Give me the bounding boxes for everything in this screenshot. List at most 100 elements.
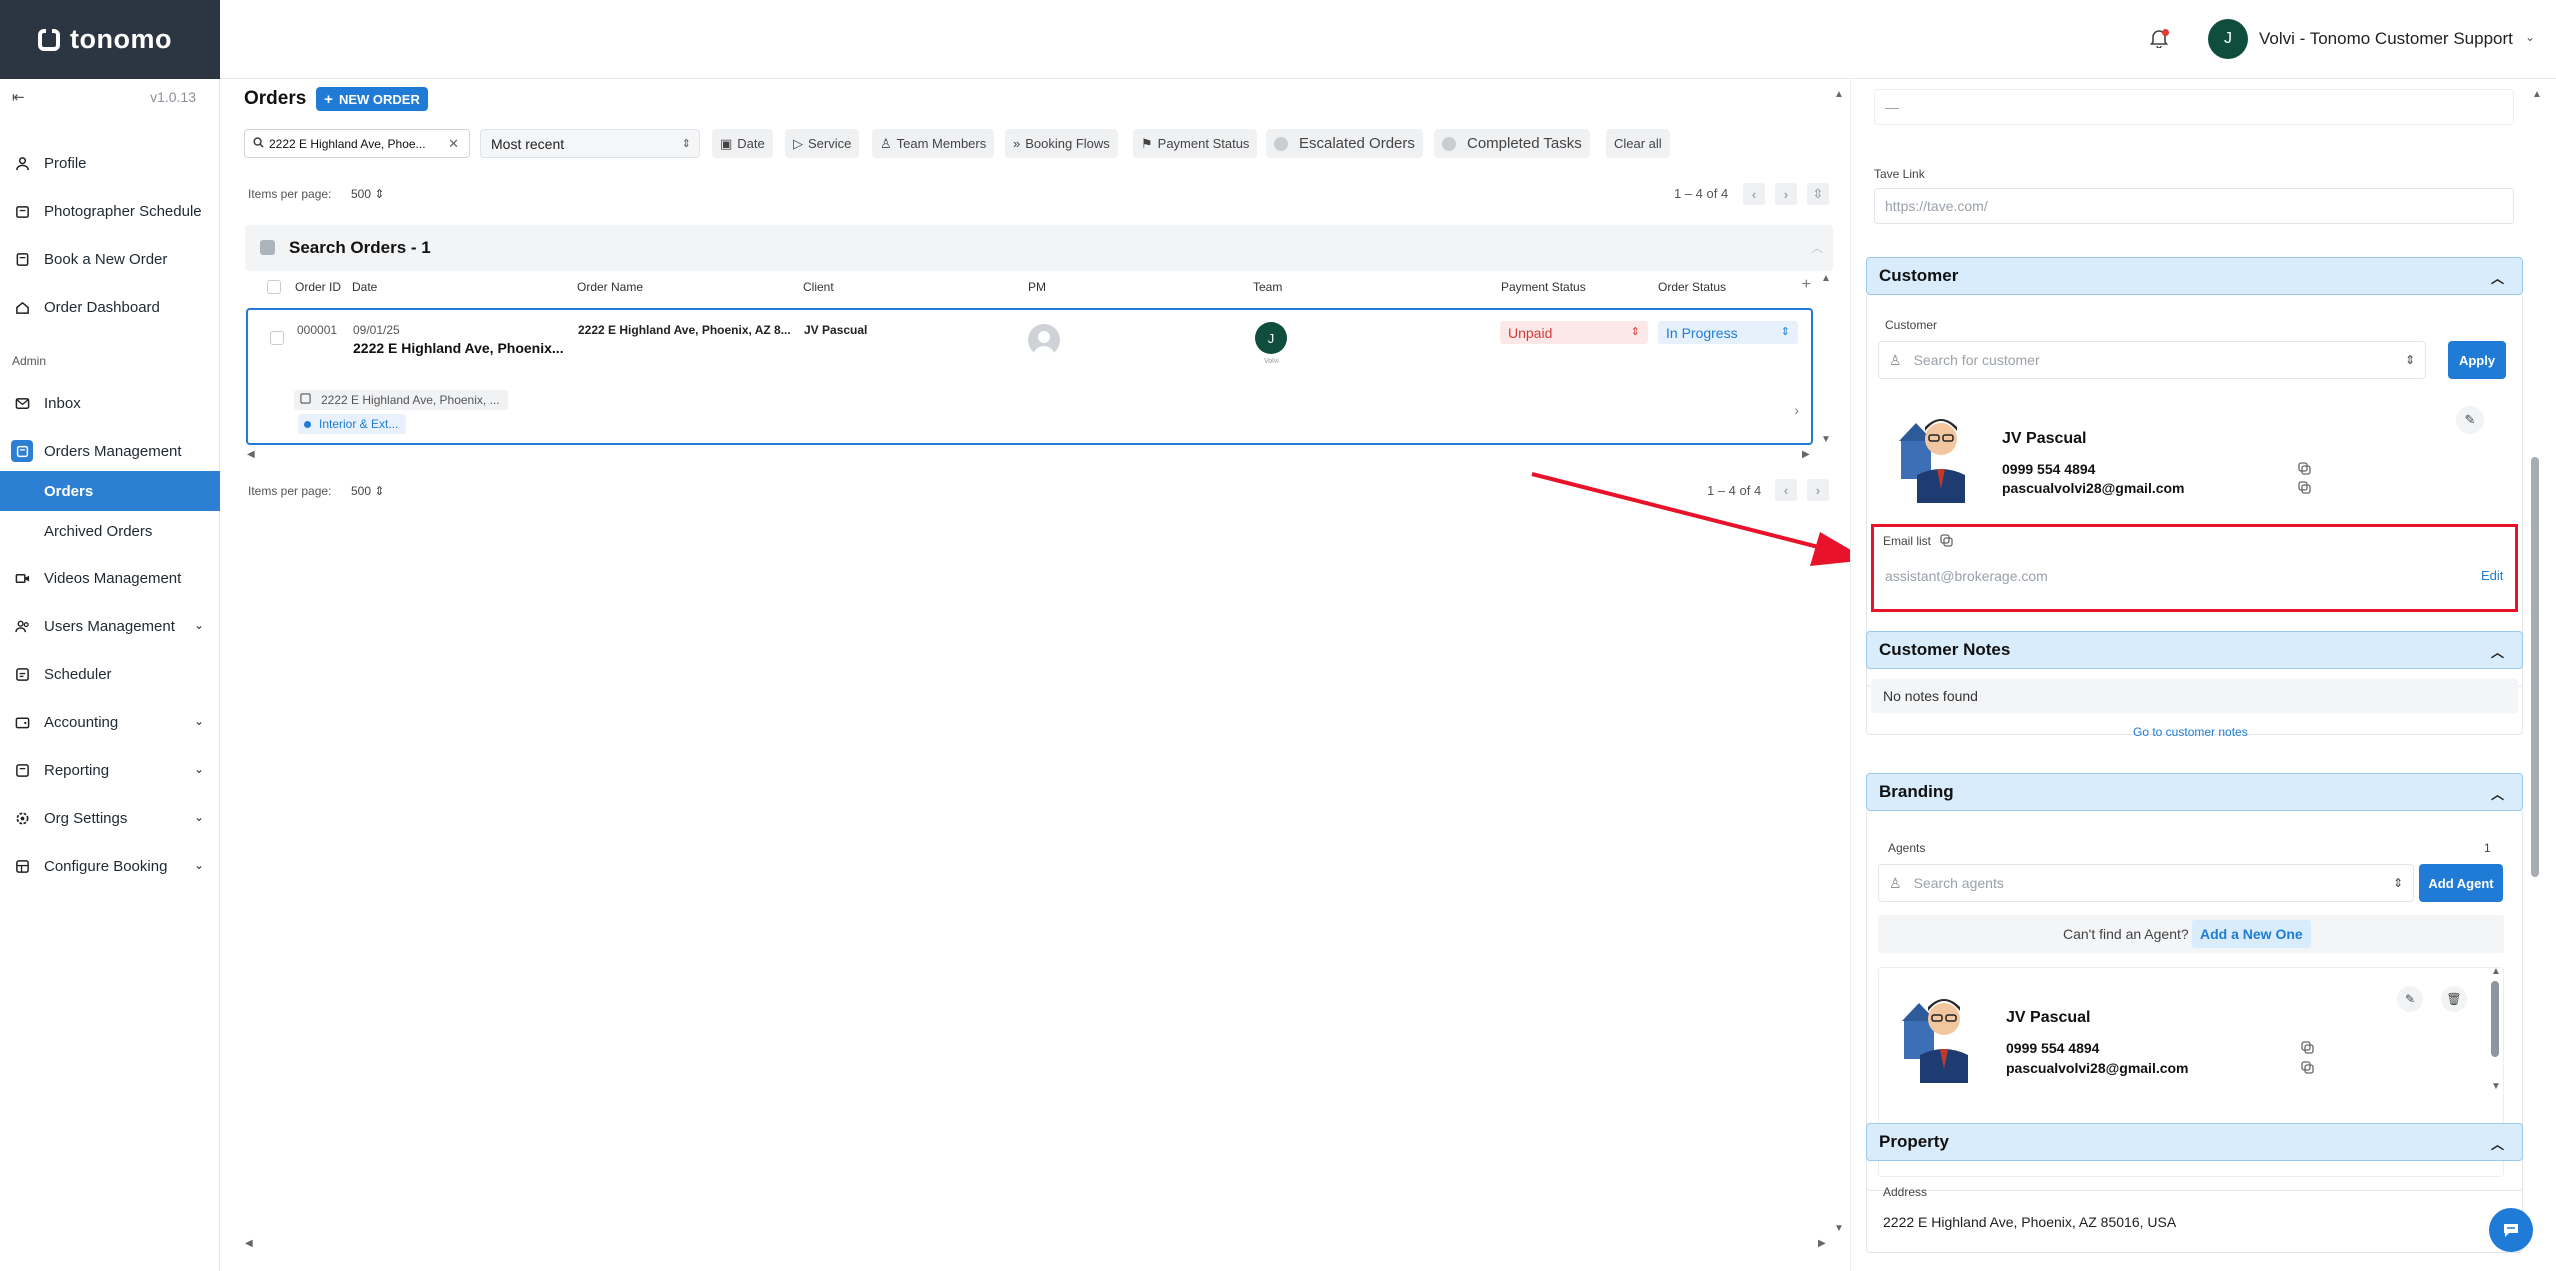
agent-scrollbar[interactable] <box>2491 981 2499 1057</box>
filter-team-members[interactable]: ♙ Team Members <box>872 129 995 158</box>
toggle-switch[interactable] <box>1442 136 1456 151</box>
copy-email-icon[interactable] <box>2298 481 2312 495</box>
panel-scrollbar[interactable] <box>2531 457 2539 877</box>
copy-phone-icon[interactable] <box>2298 462 2312 476</box>
chevron-down-icon[interactable]: ⌄ <box>2525 30 2535 44</box>
agent-scroll-up-arrow[interactable]: ▲ <box>2491 966 2501 977</box>
logo[interactable]: tonomo <box>0 0 220 79</box>
toggle-switch[interactable] <box>1274 136 1288 151</box>
chevron-up-icon[interactable]: ︿ <box>2491 268 2504 287</box>
column-order-status[interactable]: Order Status <box>1658 280 1726 294</box>
filter-date[interactable]: ▣ Date <box>712 129 773 158</box>
previous-field[interactable]: — <box>1874 89 2514 125</box>
group-header[interactable]: Search Orders - 1 ︿ <box>245 225 1833 271</box>
sidebar-item-users-management[interactable]: Users Management ⌄ <box>0 606 220 646</box>
chevron-right-icon[interactable]: › <box>1794 402 1799 418</box>
agent-scroll-down-arrow[interactable]: ▼ <box>2491 1081 2501 1092</box>
order-client[interactable]: JV Pascual <box>804 323 867 337</box>
sidebar-item-reporting[interactable]: Reporting ⌄ <box>0 750 220 790</box>
sidebar-item-accounting[interactable]: Accounting ⌄ <box>0 702 220 742</box>
copy-email-list-icon[interactable] <box>1940 534 1954 548</box>
clear-all-button[interactable]: Clear all <box>1606 129 1670 158</box>
clear-search-icon[interactable]: ✕ <box>448 136 459 152</box>
apply-button[interactable]: Apply <box>2448 341 2506 379</box>
page-scroll-down-arrow[interactable]: ▼ <box>1834 1223 1844 1234</box>
column-order-id[interactable]: Order ID <box>295 280 341 294</box>
group-checkbox[interactable] <box>260 240 275 255</box>
filter-booking-flows[interactable]: » Booking Flows <box>1005 129 1118 158</box>
scroll-up-arrow[interactable]: ▲ <box>1821 273 1831 284</box>
customer-section-header[interactable]: Customer ︿ <box>1866 257 2523 295</box>
user-name[interactable]: Volvi - Tonomo Customer Support <box>2259 29 2513 49</box>
column-team[interactable]: Team <box>1253 280 1282 294</box>
sidebar-item-order-dashboard[interactable]: Order Dashboard <box>0 287 220 327</box>
search-input[interactable]: 2222 E Highland Ave, Phoe... ✕ <box>244 129 470 158</box>
toggle-completed-tasks[interactable]: Completed Tasks <box>1434 129 1590 158</box>
chevron-up-icon[interactable]: ︿ <box>2491 784 2504 803</box>
add-new-agent-button[interactable]: Add a New One <box>2192 920 2311 948</box>
next-page-button[interactable]: › <box>1775 183 1797 205</box>
page-scroll-up-arrow[interactable]: ▲ <box>1834 89 1844 100</box>
items-per-page-select[interactable]: 500 ⇕ <box>351 187 384 201</box>
tave-link-input[interactable]: https://tave.com/ <box>1874 188 2514 224</box>
agents-search-input[interactable]: ♙ Search agents ⇕ <box>1878 864 2414 902</box>
column-date[interactable]: Date <box>352 280 377 294</box>
select-all-checkbox[interactable] <box>267 280 281 294</box>
customer-notes-section-header[interactable]: Customer Notes ︿ <box>1866 631 2523 669</box>
copy-agent-phone-icon[interactable] <box>2301 1041 2315 1055</box>
edit-email-list-link[interactable]: Edit <box>2481 568 2503 583</box>
copy-agent-email-icon[interactable] <box>2301 1061 2315 1075</box>
delete-agent-icon[interactable]: 🗑 <box>2441 986 2467 1012</box>
chevron-up-icon[interactable]: ︿ <box>1811 239 1823 256</box>
edit-customer-icon[interactable]: ✎ <box>2456 406 2484 434</box>
add-agent-button[interactable]: Add Agent <box>2419 864 2503 902</box>
column-pm[interactable]: PM <box>1028 280 1046 294</box>
sidebar-item-configure-booking[interactable]: Configure Booking ⌄ <box>0 846 220 886</box>
sort-select[interactable]: Most recent ⇕ <box>480 129 700 158</box>
column-client[interactable]: Client <box>803 280 834 294</box>
column-order-name[interactable]: Order Name <box>577 280 643 294</box>
panel-scroll-up-arrow[interactable]: ▲ <box>2532 89 2542 100</box>
sidebar-item-org-settings[interactable]: Org Settings ⌄ <box>0 798 220 838</box>
notification-bell-icon[interactable] <box>2149 28 2170 49</box>
sidebar-item-inbox[interactable]: Inbox <box>0 383 220 423</box>
order-status-select[interactable]: In Progress ⇕ <box>1658 321 1798 344</box>
prev-page-button[interactable]: ‹ <box>1743 183 1765 205</box>
scroll-down-arrow[interactable]: ▼ <box>1821 434 1831 445</box>
go-to-customer-notes-link[interactable]: Go to customer notes <box>2133 725 2248 739</box>
sidebar-item-book-order[interactable]: Book a New Order <box>0 239 220 279</box>
row-checkbox[interactable] <box>270 331 284 345</box>
customer-search-input[interactable]: ♙ Search for customer ⇕ <box>1878 341 2426 379</box>
page-scroll-left-arrow[interactable]: ◀ <box>245 1238 253 1249</box>
filter-payment-status[interactable]: ⚑ Payment Status <box>1133 129 1258 158</box>
edit-agent-icon[interactable]: ✎ <box>2397 986 2423 1012</box>
order-title[interactable]: 2222 E Highland Ave, Phoenix... <box>353 340 564 356</box>
pm-avatar[interactable] <box>1028 324 1060 356</box>
sidebar-item-photographer-schedule[interactable]: Photographer Schedule <box>0 191 220 231</box>
toggle-escalated-orders[interactable]: Escalated Orders <box>1266 129 1423 158</box>
service-chip[interactable]: Interior & Ext... <box>298 414 407 434</box>
filter-service[interactable]: ▷ Service <box>785 129 860 158</box>
email-list-placeholder[interactable]: assistant@brokerage.com <box>1885 568 2048 584</box>
property-section-header[interactable]: Property ︿ <box>1866 1123 2523 1161</box>
sidebar-item-orders-management[interactable]: Orders Management <box>0 431 220 471</box>
payment-status-select[interactable]: Unpaid ⇕ <box>1500 321 1648 344</box>
sidebar-item-archived-orders[interactable]: Archived Orders <box>0 511 220 551</box>
column-payment-status[interactable]: Payment Status <box>1501 280 1586 294</box>
chevron-up-icon[interactable]: ︿ <box>2491 642 2504 661</box>
address-chip[interactable]: 2222 E Highland Ave, Phoenix, ... <box>294 390 508 410</box>
chevron-up-icon[interactable]: ︿ <box>2491 1134 2504 1153</box>
team-avatar[interactable]: J <box>1255 322 1287 354</box>
user-avatar[interactable]: J <box>2208 19 2248 59</box>
sidebar-item-profile[interactable]: Profile <box>0 143 220 183</box>
sidebar-item-videos-management[interactable]: Videos Management <box>0 558 220 598</box>
collapse-sidebar-icon[interactable]: ⇤ <box>12 88 25 106</box>
expand-icon[interactable]: ⇳ <box>1807 183 1829 205</box>
chat-support-button[interactable] <box>2489 1208 2533 1252</box>
scroll-left-arrow[interactable]: ◀ <box>247 449 255 460</box>
sidebar-item-scheduler[interactable]: Scheduler <box>0 654 220 694</box>
branding-section-header[interactable]: Branding ︿ <box>1866 773 2523 811</box>
new-order-button[interactable]: + NEW ORDER <box>316 87 428 111</box>
items-per-page-select[interactable]: 500 ⇕ <box>351 484 384 498</box>
sidebar-item-orders[interactable]: Orders <box>0 471 220 511</box>
